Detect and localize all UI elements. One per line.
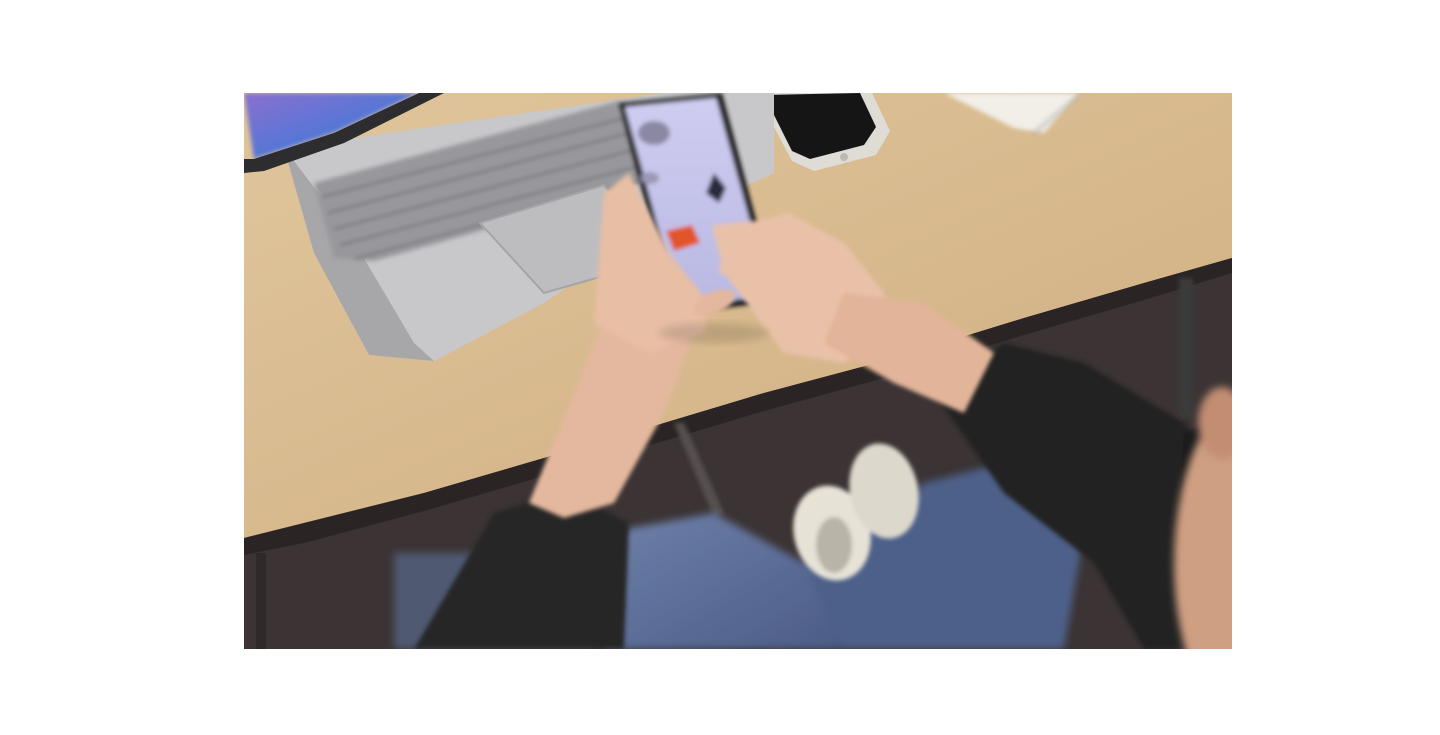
page	[0, 0, 1440, 735]
desk-leg	[256, 553, 266, 649]
grey-block	[638, 121, 670, 145]
photo	[244, 93, 1232, 649]
table-leg-right	[1179, 278, 1193, 418]
photo-scene	[244, 93, 1232, 649]
phone-shadow	[659, 323, 769, 343]
grey-block-2	[641, 172, 659, 184]
